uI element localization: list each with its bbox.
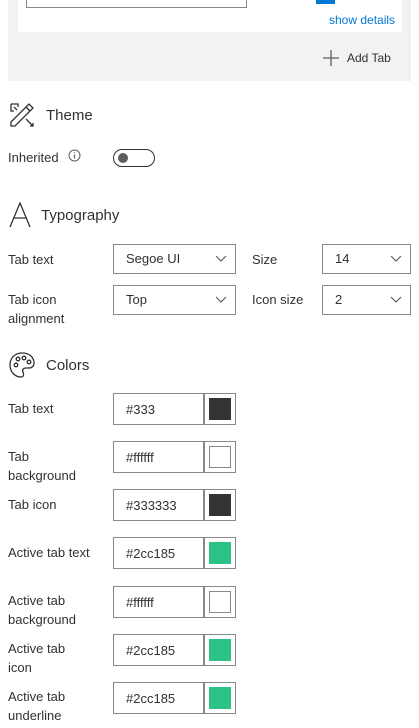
tab-title-input[interactable]	[26, 0, 247, 8]
color-hex-value: #333333	[126, 498, 177, 513]
color-label-line2: background	[8, 612, 76, 627]
font-family-value: Segoe UI	[126, 251, 181, 266]
color-swatch	[209, 494, 231, 516]
color-hex-value: #2cc185	[126, 546, 176, 561]
theme-icon	[10, 103, 34, 127]
chevron-down-icon	[215, 255, 227, 262]
colors-section-header: Colors	[8, 351, 89, 379]
chevron-down-icon	[390, 255, 402, 262]
inherited-label: Inherited	[8, 150, 59, 165]
icon-size-value: 2	[335, 292, 343, 307]
color-picker-button[interactable]	[204, 441, 236, 473]
color-label-line1: Active tab	[8, 689, 66, 704]
color-picker-button[interactable]	[204, 682, 236, 714]
color-swatch	[209, 398, 231, 420]
color-hex-value: #ffffff	[126, 450, 154, 465]
color-hex-value: #2cc185	[126, 643, 176, 658]
show-details-link[interactable]: show details	[329, 13, 395, 27]
typography-section-header: Typography	[8, 202, 119, 228]
font-icon	[9, 202, 31, 228]
color-swatch	[209, 639, 231, 661]
info-icon[interactable]	[68, 149, 81, 162]
icon-alignment-dropdown[interactable]: Top	[113, 285, 236, 315]
typography-title: Typography	[41, 206, 120, 224]
color-picker-button[interactable]	[204, 393, 236, 425]
toggle-knob	[118, 153, 128, 163]
theme-section-header: Theme	[8, 101, 93, 129]
font-family-dropdown[interactable]: Segoe UI	[113, 244, 236, 274]
color-hex-input[interactable]: #333	[113, 393, 204, 425]
color-hex-value: #333	[126, 402, 155, 417]
colors-title: Colors	[46, 356, 90, 374]
chevron-down-icon	[215, 296, 227, 303]
color-hex-value: #ffffff	[126, 595, 154, 610]
color-label-line2: icon	[8, 660, 32, 675]
color-swatch	[209, 591, 231, 613]
color-swatch	[209, 542, 231, 564]
color-hex-input[interactable]: #2cc185	[113, 682, 204, 714]
theme-title: Theme	[46, 106, 93, 124]
color-picker-button[interactable]	[204, 537, 236, 569]
plus-icon	[323, 50, 339, 66]
add-tab-label: Add Tab	[347, 51, 391, 65]
icon-size-label: Icon size	[252, 292, 304, 307]
color-label-line2: background	[8, 468, 76, 483]
inherited-toggle[interactable]	[113, 149, 155, 167]
add-tab-button[interactable]: Add Tab	[322, 48, 391, 68]
color-label-line1: Tab icon	[8, 497, 57, 512]
color-swatch	[209, 687, 231, 709]
color-label-line1: Active tab	[8, 593, 66, 608]
chevron-down-icon	[390, 296, 402, 303]
icon-alignment-value: Top	[126, 292, 147, 307]
color-hex-input[interactable]: #2cc185	[113, 634, 204, 666]
color-hex-input[interactable]: #ffffff	[113, 441, 204, 473]
color-hex-input[interactable]: #2cc185	[113, 537, 204, 569]
color-hex-value: #2cc185	[126, 691, 176, 706]
color-label-line1: Tab	[8, 449, 29, 464]
size-label: Size	[252, 252, 278, 267]
tab-icon-alignment-label-line1: Tab icon	[8, 292, 57, 307]
color-hex-input[interactable]: #333333	[113, 489, 204, 521]
tab-icon-alignment-label-line2: alignment	[8, 311, 65, 326]
color-label-line1: Active tab	[8, 641, 66, 656]
color-picker-button[interactable]	[204, 634, 236, 666]
color-picker-button[interactable]	[204, 586, 236, 618]
tab-text-font-label: Tab text	[8, 252, 54, 267]
icon-size-dropdown[interactable]: 2	[322, 285, 411, 315]
font-size-value: 14	[335, 251, 350, 266]
color-label-line2: underline	[8, 708, 62, 723]
color-label-line1: Active tab text	[8, 545, 90, 560]
color-label-line1: Tab text	[8, 401, 54, 416]
color-hex-input[interactable]: #ffffff	[113, 586, 204, 618]
palette-icon	[9, 352, 35, 378]
color-picker-button[interactable]	[204, 489, 236, 521]
tab-selected-indicator	[316, 0, 335, 4]
color-swatch	[209, 446, 231, 468]
font-size-dropdown[interactable]: 14	[322, 244, 411, 274]
